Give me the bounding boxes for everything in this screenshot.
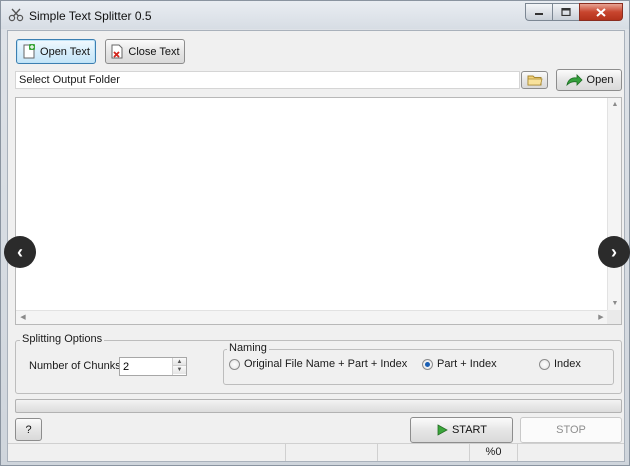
close-text-label: Close Text — [128, 45, 180, 58]
scroll-left-icon[interactable]: ◀ — [16, 311, 30, 325]
stop-button[interactable]: STOP — [520, 417, 622, 443]
window-title: Simple Text Splitter 0.5 — [29, 9, 152, 23]
document-add-icon — [23, 44, 36, 59]
status-cell-2 — [286, 444, 378, 461]
chunks-stepper[interactable]: ▲ ▼ — [172, 358, 186, 375]
status-cell-5 — [518, 444, 624, 461]
start-label: START — [451, 424, 488, 436]
close-text-button[interactable]: Close Text — [105, 39, 185, 64]
naming-option-part-index[interactable]: Part + Index — [422, 358, 497, 370]
output-folder-field[interactable]: Select Output Folder — [15, 71, 520, 89]
close-icon — [596, 7, 606, 17]
help-label: ? — [25, 423, 32, 436]
minimize-icon — [535, 13, 543, 15]
open-folder-label: Open — [586, 74, 614, 86]
vertical-scrollbar[interactable]: ▲ ▼ — [607, 98, 621, 311]
status-bar: %0 — [8, 443, 624, 461]
folder-icon — [527, 75, 543, 86]
naming-option-part-index-label: Part + Index — [437, 358, 497, 370]
scissors-icon — [8, 8, 24, 22]
app-window: Simple Text Splitter 0.5 Open Text Close… — [0, 0, 630, 466]
document-remove-icon — [111, 44, 123, 59]
help-button[interactable]: ? — [15, 418, 42, 441]
maximize-button[interactable] — [552, 3, 579, 21]
naming-option-original-label: Original File Name + Part + Index — [244, 358, 408, 370]
scroll-down-icon[interactable]: ▼ — [608, 297, 622, 311]
next-arrow-button[interactable]: › — [598, 236, 630, 268]
minimize-button[interactable] — [525, 3, 552, 21]
status-cell-3 — [378, 444, 470, 461]
maximize-icon — [561, 8, 571, 16]
progress-bar — [15, 399, 622, 413]
open-text-button[interactable]: Open Text — [16, 39, 96, 64]
radio-index[interactable] — [539, 358, 550, 370]
splitting-options-label: Splitting Options — [20, 333, 105, 345]
text-editor: ▲ ▼ ◀ ▶ — [15, 97, 622, 325]
open-text-label: Open Text — [40, 45, 90, 58]
stop-label: STOP — [556, 424, 586, 436]
close-window-button[interactable] — [579, 3, 623, 21]
output-folder-label: Select Output Folder — [19, 74, 120, 86]
scroll-right-icon[interactable]: ▶ — [594, 311, 608, 325]
naming-option-index-label: Index — [554, 358, 581, 370]
status-cell-1 — [8, 444, 286, 461]
play-icon — [437, 424, 448, 436]
naming-label: Naming — [227, 342, 269, 354]
open-folder-button[interactable]: Open — [556, 69, 622, 91]
start-button[interactable]: START — [410, 417, 513, 443]
status-percent: %0 — [470, 444, 518, 461]
client-area: Open Text Close Text Select Output Folde… — [7, 30, 625, 462]
scroll-up-icon[interactable]: ▲ — [608, 98, 622, 112]
text-content-area[interactable] — [16, 98, 608, 311]
radio-original[interactable] — [229, 358, 240, 370]
radio-part-index[interactable] — [422, 358, 433, 370]
spin-up-icon[interactable]: ▲ — [173, 358, 186, 366]
previous-arrow-button[interactable]: ‹ — [4, 236, 36, 268]
horizontal-scrollbar[interactable]: ◀ ▶ — [16, 310, 608, 324]
chunks-label: Number of Chunks: — [29, 360, 124, 372]
chunks-spinbox[interactable]: ▲ ▼ — [119, 357, 187, 376]
title-bar[interactable]: Simple Text Splitter 0.5 — [1, 1, 629, 29]
naming-option-index[interactable]: Index — [539, 358, 581, 370]
browse-folder-button[interactable] — [521, 71, 548, 89]
window-controls — [525, 3, 623, 21]
scroll-corner — [607, 310, 621, 324]
go-arrow-icon — [565, 73, 583, 86]
naming-option-original[interactable]: Original File Name + Part + Index — [229, 358, 407, 370]
spin-down-icon[interactable]: ▼ — [173, 366, 186, 374]
chunks-input[interactable] — [123, 360, 171, 373]
